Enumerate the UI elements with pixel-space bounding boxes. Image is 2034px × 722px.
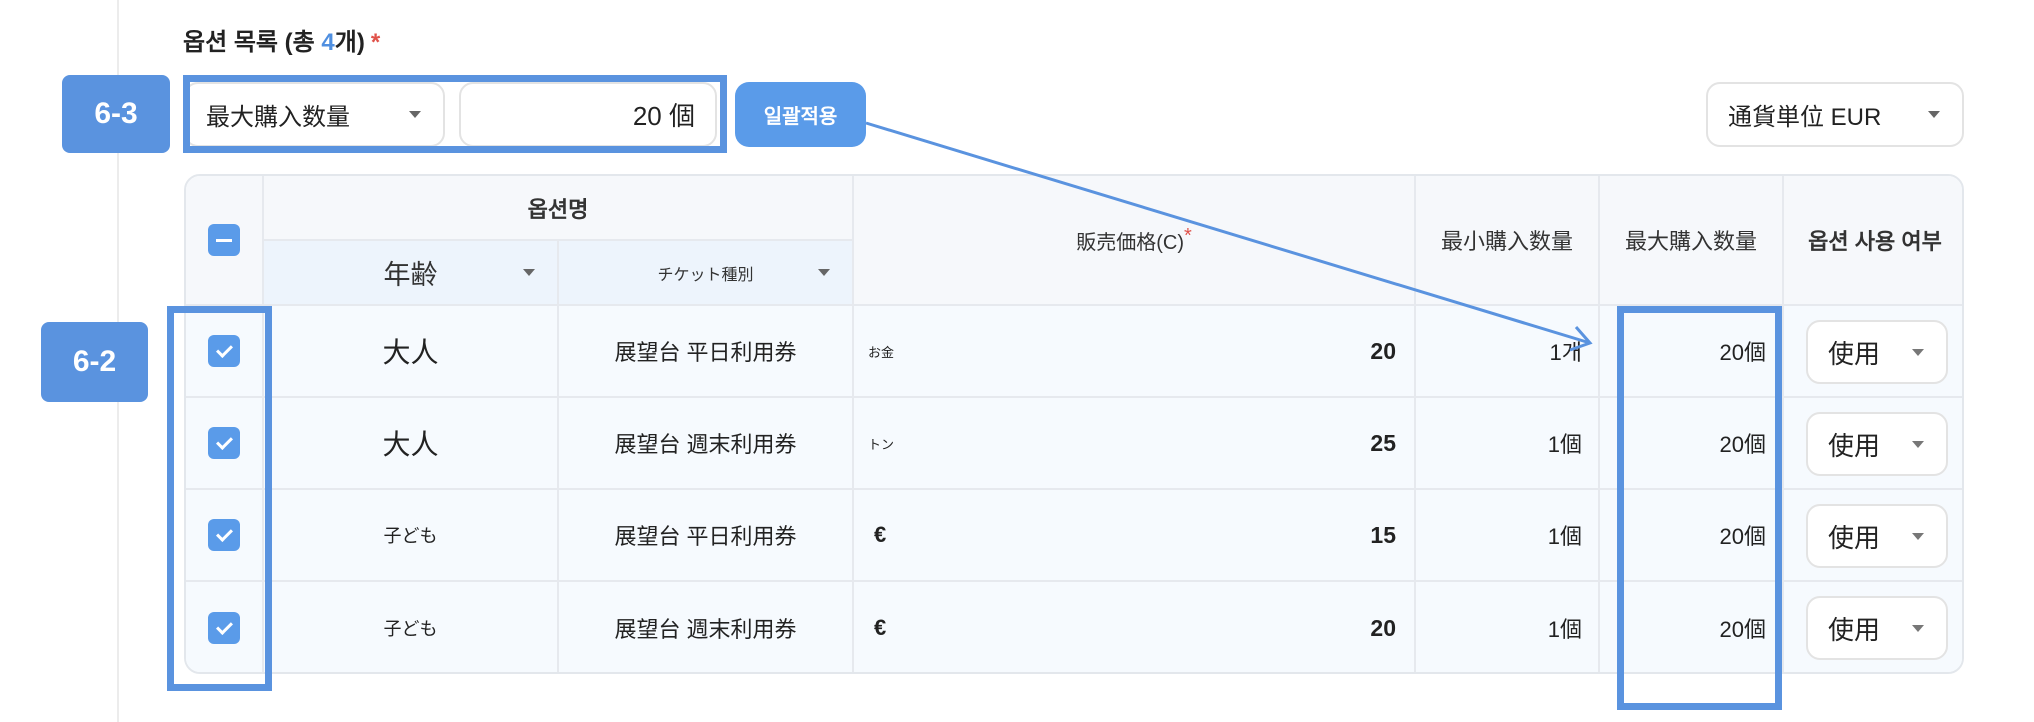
use-select-label: 使用 bbox=[1828, 614, 1881, 645]
chevron-down-icon bbox=[1912, 625, 1924, 632]
bulk-apply-button[interactable]: 일괄적용 bbox=[735, 82, 866, 147]
chevron-down-icon bbox=[1912, 441, 1924, 448]
use-select[interactable]: 使用 bbox=[1806, 412, 1948, 476]
use-select[interactable]: 使用 bbox=[1806, 320, 1948, 384]
row-currency: € bbox=[874, 615, 887, 640]
header-price-label: 販売価格(C) bbox=[1076, 231, 1184, 254]
row-price-cell[interactable]: €20 bbox=[854, 582, 1416, 672]
header-ticket-label: チケット種別 bbox=[657, 266, 754, 284]
row-age: 大人 bbox=[264, 398, 559, 490]
row-min-qty[interactable]: 1개 bbox=[1416, 306, 1600, 398]
row-price: 20 bbox=[1370, 337, 1396, 364]
required-mark: * bbox=[370, 29, 381, 56]
use-select[interactable]: 使用 bbox=[1806, 596, 1948, 660]
row-min-qty[interactable]: 1個 bbox=[1416, 490, 1600, 582]
row-price-cell[interactable]: お金 20 bbox=[854, 306, 1416, 398]
row-currency: € bbox=[874, 522, 887, 547]
annotation-badge-bulk: 6-3 bbox=[62, 75, 170, 153]
annotation-outline-bulk bbox=[183, 75, 727, 153]
row-ticket: 展望台 週末利用券 bbox=[559, 398, 854, 490]
row-price: 15 bbox=[1370, 521, 1396, 548]
row-age: 子ども bbox=[264, 490, 559, 582]
section-title: 옵션 목록 (총 4개) * bbox=[183, 29, 381, 56]
chevron-down-icon bbox=[1912, 533, 1924, 540]
header-price: 販売価格(C) * bbox=[854, 176, 1416, 306]
header-ticket-filter[interactable]: チケット種別 bbox=[559, 241, 854, 306]
annotation-badge-rows: 6-2 bbox=[41, 322, 148, 402]
header-min-qty: 最小購入数量 bbox=[1416, 176, 1600, 306]
annotation-outline-max-qty bbox=[1617, 306, 1782, 710]
chevron-down-icon bbox=[818, 269, 830, 276]
row-min-qty[interactable]: 1個 bbox=[1416, 582, 1600, 672]
row-age: 大人 bbox=[264, 306, 559, 398]
minus-icon bbox=[216, 238, 232, 242]
use-select-label: 使用 bbox=[1828, 430, 1881, 461]
row-ticket: 展望台 平日利用券 bbox=[559, 306, 854, 398]
row-age: 子ども bbox=[264, 582, 559, 672]
currency-label: 通貨単位 EUR bbox=[1728, 104, 1882, 131]
row-min-qty[interactable]: 1個 bbox=[1416, 398, 1600, 490]
row-price: 20 bbox=[1370, 614, 1396, 641]
row-ticket: 展望台 週末利用券 bbox=[559, 582, 854, 672]
row-price-cell[interactable]: トン 25 bbox=[854, 398, 1416, 490]
use-select-label: 使用 bbox=[1828, 338, 1881, 369]
use-select-label: 使用 bbox=[1828, 522, 1881, 553]
select-all-cell bbox=[186, 176, 264, 306]
option-count: 4 bbox=[321, 29, 335, 56]
row-ticket: 展望台 平日利用券 bbox=[559, 490, 854, 582]
row-price: 25 bbox=[1370, 429, 1396, 456]
annotation-outline-checkboxes bbox=[167, 306, 272, 691]
header-age-filter[interactable]: 年齢 bbox=[264, 241, 559, 306]
header-max-qty: 最大購入数量 bbox=[1600, 176, 1784, 306]
chevron-down-icon bbox=[1912, 349, 1924, 356]
currency-select[interactable]: 通貨単位 EUR bbox=[1706, 82, 1964, 147]
use-select[interactable]: 使用 bbox=[1806, 504, 1948, 568]
required-mark: * bbox=[1183, 224, 1192, 247]
header-age-label: 年齢 bbox=[383, 260, 438, 290]
chevron-down-icon bbox=[523, 269, 535, 276]
row-currency: お金 bbox=[868, 344, 895, 360]
row-currency: トン bbox=[868, 436, 895, 452]
row-price-cell[interactable]: €15 bbox=[854, 490, 1416, 582]
header-option-name: 옵션명 bbox=[264, 176, 854, 241]
header-use: 옵션 사용 여부 bbox=[1784, 176, 1962, 306]
select-all-checkbox[interactable] bbox=[208, 224, 240, 256]
chevron-down-icon bbox=[1928, 110, 1940, 118]
